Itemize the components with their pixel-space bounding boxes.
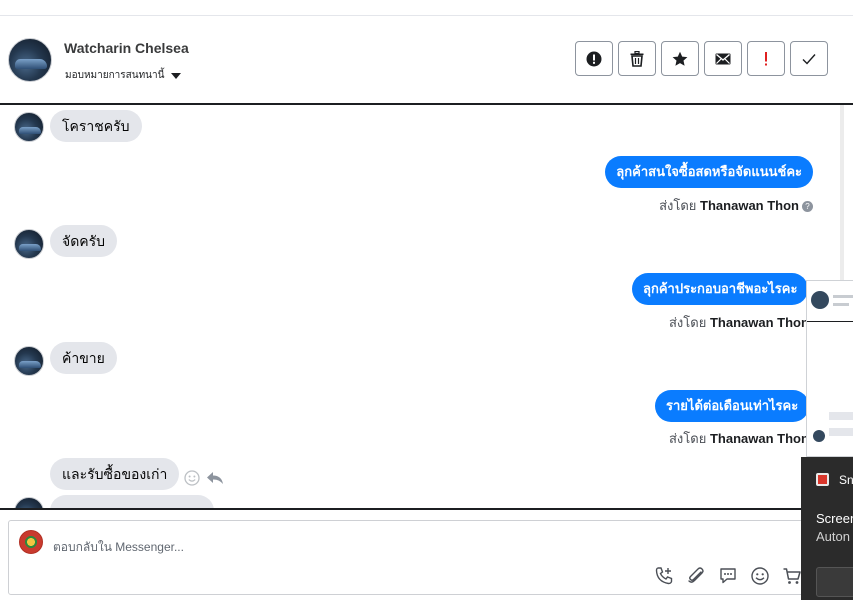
reply-composer[interactable]: ตอบกลับใน Messenger...: [8, 520, 818, 595]
contact-avatar-small: [14, 497, 44, 508]
notification-preview[interactable]: [806, 280, 853, 457]
contact-avatar-small: [14, 112, 44, 142]
star-icon: [672, 51, 688, 66]
preview-bubble: [829, 428, 853, 436]
messenger-inbox: Watcharin Chelsea มอบหมายการสนทนานี้ โคร…: [0, 0, 853, 600]
speech-bubble-icon[interactable]: [718, 566, 738, 586]
outgoing-message[interactable]: รายได้ต่อเดือนเท่าไรคะ: [655, 390, 810, 422]
contact-name[interactable]: Watcharin Chelsea: [64, 40, 189, 56]
snipping-tool-icon: [816, 473, 829, 486]
cart-icon[interactable]: [782, 566, 802, 586]
contact-avatar-small: [14, 229, 44, 259]
incoming-message[interactable]: จัดครับ: [50, 225, 118, 257]
emoji-react-icon[interactable]: [184, 470, 200, 486]
outgoing-message[interactable]: ลุกค้าประกอบอาชีพอะไรคะ: [632, 273, 809, 305]
mark-unread-button[interactable]: [704, 41, 742, 76]
sender-name: Thanawan Thon: [709, 315, 809, 330]
delete-button[interactable]: [618, 41, 656, 76]
page-avatar: [19, 530, 43, 554]
assign-label: มอบหมายการสนทนานี้: [65, 70, 165, 81]
message-thread[interactable]: โคราชครับ ลุกค้าสนใจซื้อสดหรือจัดแนนช์คะ…: [0, 105, 853, 508]
snipping-tool-toast[interactable]: Sn Screen Auton: [801, 457, 853, 600]
call-add-icon[interactable]: [654, 566, 674, 586]
conversation-header: Watcharin Chelsea มอบหมายการสนทนานี้: [0, 16, 853, 103]
incoming-message-partial[interactable]: [50, 495, 214, 508]
spam-button[interactable]: [575, 41, 613, 76]
sent-by-line: ส่งโดย Thanawan Thon: [669, 315, 809, 330]
composer-tools: [654, 566, 802, 586]
contact-avatar[interactable]: [8, 38, 52, 82]
toast-line-1: Screen: [816, 511, 853, 526]
reply-icon[interactable]: [206, 470, 224, 486]
preview-text-line: [833, 295, 853, 298]
exclamation-icon: [765, 51, 767, 65]
preview-avatar: [811, 291, 829, 309]
outgoing-message[interactable]: ลุกค้าสนใจซื้อสดหรือจัดแนนช์คะ: [605, 156, 813, 188]
emoji-icon[interactable]: [750, 566, 770, 586]
help-icon[interactable]: ?: [802, 201, 813, 212]
incoming-message[interactable]: โคราชครับ: [50, 110, 142, 142]
preview-bubble: [829, 412, 853, 420]
message-hover-actions: [184, 470, 224, 486]
toast-line-2: Auton: [816, 529, 850, 544]
sender-name: Thanawan Thon: [709, 431, 809, 446]
alert-circle-icon: [586, 51, 602, 66]
caret-down-icon: [171, 72, 182, 79]
check-icon: [802, 53, 816, 65]
incoming-message[interactable]: ค้าขาย: [50, 342, 117, 374]
incoming-message[interactable]: และรับซื้อของเก่า: [50, 458, 180, 490]
assign-conversation-dropdown[interactable]: มอบหมายการสนทนานี้: [65, 68, 182, 83]
trash-icon: [630, 50, 644, 67]
follow-up-button[interactable]: [747, 41, 785, 76]
envelope-icon: [715, 53, 731, 64]
sender-name: Thanawan Thon: [700, 198, 799, 213]
header-actions: [575, 41, 828, 76]
composer-divider: [0, 508, 853, 510]
sent-by-line: ส่งโดย Thanawan Thon?: [659, 195, 813, 216]
preview-thread: [807, 321, 853, 457]
preview-text-line: [833, 303, 849, 306]
toast-action-button[interactable]: [816, 567, 853, 597]
done-button[interactable]: [790, 41, 828, 76]
preview-avatar-small: [813, 430, 825, 442]
toast-app-name: Sn: [839, 473, 853, 487]
paperclip-icon[interactable]: [686, 566, 706, 586]
sent-by-line: ส่งโดย Thanawan Thon: [669, 431, 809, 446]
contact-avatar-small: [14, 346, 44, 376]
star-button[interactable]: [661, 41, 699, 76]
reply-input[interactable]: ตอบกลับใน Messenger...: [53, 538, 184, 557]
